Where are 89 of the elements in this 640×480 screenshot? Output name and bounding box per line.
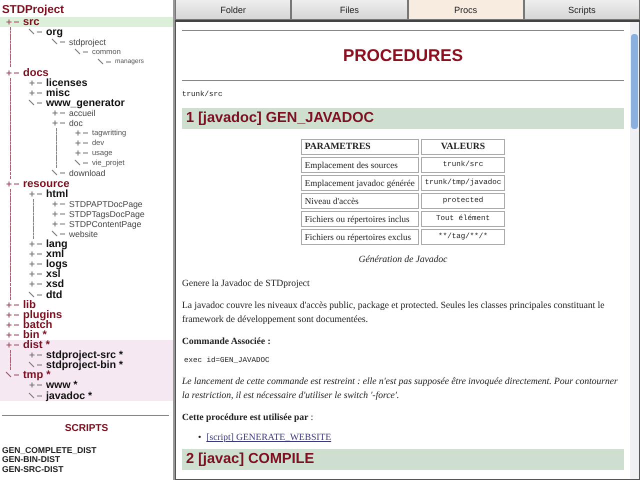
tree-row[interactable]: bin * xyxy=(0,330,173,340)
tree-branch-icon xyxy=(5,300,21,310)
tree-row[interactable]: plugins xyxy=(0,310,173,320)
section-heading: 2 [javac] COMPILE xyxy=(182,449,624,470)
tree-branch-icon xyxy=(28,88,44,98)
table-cell: Emplacement des sources xyxy=(300,157,419,173)
procedure-link[interactable]: [script] GENERATE_WEBSITE xyxy=(206,433,332,443)
scrollbar[interactable] xyxy=(630,22,639,479)
label-text: Commande Associée : xyxy=(182,336,272,349)
highlighted-tree-row[interactable]: stdproject-bin * xyxy=(0,360,173,370)
tree-row[interactable]: website xyxy=(0,228,173,240)
table-cell: Niveau d'accès xyxy=(300,193,419,209)
tree-row[interactable]: licenses xyxy=(0,78,173,88)
tree-branch-icon xyxy=(5,68,21,78)
tree-branch-icon xyxy=(28,239,44,250)
tree-branch-icon xyxy=(74,148,90,158)
table-caption: Génération de Javadoc xyxy=(358,255,448,265)
tree-branch-icon xyxy=(5,310,21,320)
tree-branch-icon xyxy=(5,330,21,340)
tree-branch-icon xyxy=(28,390,44,401)
tree-row[interactable]: xsd xyxy=(0,279,173,290)
tree-branch-icon xyxy=(28,279,44,290)
paragraph: Genere la Javadoc de STDproject xyxy=(182,278,311,291)
tab[interactable]: Folder xyxy=(175,0,292,20)
bullet: • xyxy=(198,433,202,443)
tree-branch-icon xyxy=(5,178,21,189)
paragraph: La javadoc couvre les niveaux d'accès public, package et protected. Seules les classes principales constituant le framework de développement sont documentées. xyxy=(182,300,606,327)
tree-branch-icon xyxy=(28,259,44,270)
tree-row[interactable]: download xyxy=(0,168,173,178)
table-cell: Fichiers ou répertoires exclus xyxy=(300,229,419,245)
script-link[interactable]: GEN-BIN-DIST xyxy=(0,455,173,465)
tree-branch-icon xyxy=(51,218,67,229)
section-heading: 1 [javadoc] GEN_JAVADOC xyxy=(182,108,624,129)
tree-branch-icon xyxy=(5,340,21,350)
tab[interactable]: Procs xyxy=(408,0,524,20)
tree-row[interactable]: accueil xyxy=(0,108,173,118)
tree-row[interactable]: docs xyxy=(0,67,173,78)
tree-branch-icon xyxy=(28,188,44,199)
tree-row[interactable]: STDPTagsDocPage xyxy=(0,208,173,219)
column-header: VALEURS xyxy=(420,139,506,155)
tree-branch-icon xyxy=(28,269,44,280)
highlighted-tree-row[interactable]: dist * xyxy=(0,340,173,350)
highlighted-tree-row[interactable]: tmp * xyxy=(0,370,173,380)
paragraph: Cette procédure est utilisée par : xyxy=(182,412,314,425)
tree-row[interactable]: xml xyxy=(0,249,173,260)
tree-branch-icon xyxy=(74,138,90,148)
highlighted-tree-row[interactable]: stdproject-src * xyxy=(0,350,173,360)
tree-row[interactable]: dtd xyxy=(0,290,173,300)
tab[interactable]: Scripts xyxy=(524,0,640,20)
tree-row[interactable]: stdproject xyxy=(0,37,173,48)
tree-branch-icon xyxy=(28,290,44,300)
tree-branch-icon xyxy=(28,380,44,390)
tree-branch-icon xyxy=(5,320,21,330)
tree-branch-icon xyxy=(51,118,67,128)
tree-branch-icon xyxy=(74,128,90,138)
tab[interactable]: Files xyxy=(291,0,408,20)
tree-row[interactable]: xsl xyxy=(0,269,173,280)
note-paragraph: Le lancement de cette commande est restreint : elle n'est pas supposée être invoquée directement. Pour contourner la restriction, il est nécessaire d'utiliser le switch '-force'. xyxy=(182,376,619,403)
tree-row[interactable]: STDPContentPage xyxy=(0,218,173,229)
tree-branch-icon xyxy=(28,350,44,360)
tree-branch-icon xyxy=(28,249,44,260)
tree-branch-icon xyxy=(5,17,21,28)
column-header: PARAMETRES xyxy=(300,139,419,155)
tree-branch-icon xyxy=(28,78,44,88)
scripts-heading: SCRIPTS xyxy=(64,422,110,434)
tree-row[interactable]: logs xyxy=(0,259,173,270)
tree-branch-icon xyxy=(28,98,44,108)
tree-row[interactable]: resource xyxy=(0,178,173,189)
script-link[interactable]: GEN_COMPLETE_DIST xyxy=(0,446,173,456)
tree-branch-icon xyxy=(51,198,67,209)
tree-branch-icon xyxy=(51,108,67,118)
tree-row[interactable]: STDPAPTDocPage xyxy=(0,198,173,209)
table-cell: Emplacement javadoc générée xyxy=(300,175,419,191)
tree-row[interactable]: lib xyxy=(0,300,173,310)
project-title: STDProject xyxy=(1,3,65,17)
highlighted-tree-row[interactable]: www * xyxy=(0,380,173,390)
tree-branch-icon xyxy=(51,208,67,219)
tree-row[interactable]: lang xyxy=(0,239,173,250)
highlighted-tree-row[interactable]: javadoc * xyxy=(0,390,173,401)
table-cell: Fichiers ou répertoires inclus xyxy=(300,211,419,227)
tree-row[interactable]: html xyxy=(0,188,173,199)
page-title: PROCEDURES xyxy=(342,46,464,66)
selected-tree-row[interactable]: src xyxy=(0,17,173,28)
tree-row[interactable]: org xyxy=(0,27,173,38)
tree-row[interactable]: www_generator xyxy=(0,98,173,108)
script-link[interactable]: GEN-SRC-DIST xyxy=(0,464,173,474)
tree-row[interactable]: doc xyxy=(0,118,173,128)
tree-row[interactable]: misc xyxy=(0,88,173,98)
tree-row[interactable]: batch xyxy=(0,320,173,330)
